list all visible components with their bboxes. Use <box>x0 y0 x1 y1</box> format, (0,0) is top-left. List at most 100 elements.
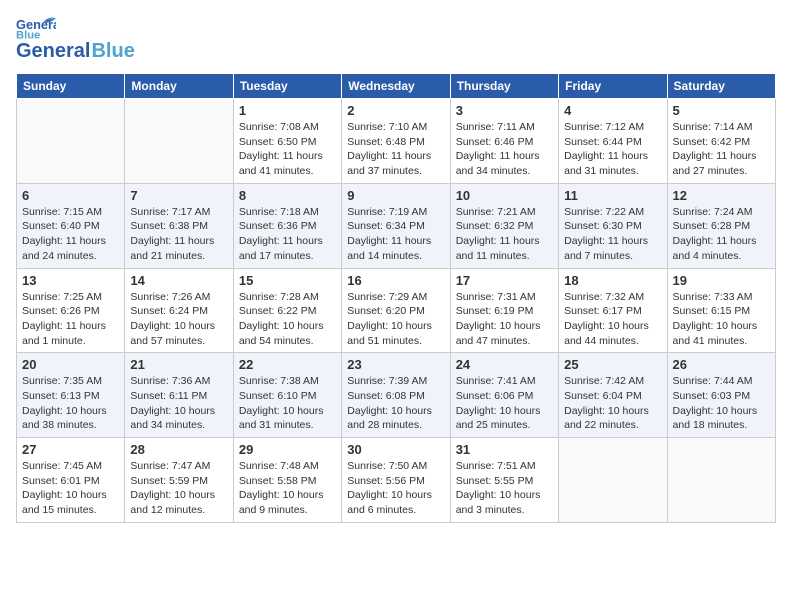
calendar-cell: 29 Sunrise: 7:48 AM Sunset: 5:58 PM Dayli… <box>233 438 341 523</box>
calendar-cell: 26 Sunrise: 7:44 AM Sunset: 6:03 PM Dayli… <box>667 353 775 438</box>
calendar-cell: 5 Sunrise: 7:14 AM Sunset: 6:42 PM Daylig… <box>667 99 775 184</box>
calendar-row: 27 Sunrise: 7:45 AM Sunset: 6:01 PM Dayli… <box>17 438 776 523</box>
day-info: Sunrise: 7:39 AM Sunset: 6:08 PM Dayligh… <box>347 374 444 433</box>
day-info: Sunrise: 7:47 AM Sunset: 5:59 PM Dayligh… <box>130 459 227 518</box>
col-header-friday: Friday <box>559 74 667 99</box>
day-info: Sunrise: 7:32 AM Sunset: 6:17 PM Dayligh… <box>564 290 661 349</box>
calendar-cell: 7 Sunrise: 7:17 AM Sunset: 6:38 PM Daylig… <box>125 183 233 268</box>
calendar-cell: 3 Sunrise: 7:11 AM Sunset: 6:46 PM Daylig… <box>450 99 558 184</box>
day-number: 29 <box>239 442 336 457</box>
calendar-header-row: SundayMondayTuesdayWednesdayThursdayFrid… <box>17 74 776 99</box>
day-number: 20 <box>22 357 119 372</box>
day-info: Sunrise: 7:11 AM Sunset: 6:46 PM Dayligh… <box>456 120 553 179</box>
day-number: 12 <box>673 188 770 203</box>
day-info: Sunrise: 7:42 AM Sunset: 6:04 PM Dayligh… <box>564 374 661 433</box>
calendar-cell <box>667 438 775 523</box>
day-info: Sunrise: 7:33 AM Sunset: 6:15 PM Dayligh… <box>673 290 770 349</box>
calendar-cell: 25 Sunrise: 7:42 AM Sunset: 6:04 PM Dayli… <box>559 353 667 438</box>
day-info: Sunrise: 7:36 AM Sunset: 6:11 PM Dayligh… <box>130 374 227 433</box>
day-number: 6 <box>22 188 119 203</box>
day-info: Sunrise: 7:41 AM Sunset: 6:06 PM Dayligh… <box>456 374 553 433</box>
day-info: Sunrise: 7:28 AM Sunset: 6:22 PM Dayligh… <box>239 290 336 349</box>
day-number: 21 <box>130 357 227 372</box>
day-number: 27 <box>22 442 119 457</box>
day-number: 24 <box>456 357 553 372</box>
calendar-cell: 14 Sunrise: 7:26 AM Sunset: 6:24 PM Dayli… <box>125 268 233 353</box>
day-info: Sunrise: 7:17 AM Sunset: 6:38 PM Dayligh… <box>130 205 227 264</box>
day-number: 18 <box>564 273 661 288</box>
day-info: Sunrise: 7:48 AM Sunset: 5:58 PM Dayligh… <box>239 459 336 518</box>
calendar-cell: 27 Sunrise: 7:45 AM Sunset: 6:01 PM Dayli… <box>17 438 125 523</box>
page-header: General Blue General Blue <box>16 16 776 63</box>
day-info: Sunrise: 7:38 AM Sunset: 6:10 PM Dayligh… <box>239 374 336 433</box>
day-info: Sunrise: 7:12 AM Sunset: 6:44 PM Dayligh… <box>564 120 661 179</box>
day-info: Sunrise: 7:10 AM Sunset: 6:48 PM Dayligh… <box>347 120 444 179</box>
calendar-table: SundayMondayTuesdayWednesdayThursdayFrid… <box>16 73 776 523</box>
calendar-row: 6 Sunrise: 7:15 AM Sunset: 6:40 PM Daylig… <box>17 183 776 268</box>
day-info: Sunrise: 7:26 AM Sunset: 6:24 PM Dayligh… <box>130 290 227 349</box>
col-header-saturday: Saturday <box>667 74 775 99</box>
svg-text:Blue: Blue <box>16 29 40 40</box>
day-info: Sunrise: 7:51 AM Sunset: 5:55 PM Dayligh… <box>456 459 553 518</box>
day-number: 30 <box>347 442 444 457</box>
calendar-cell: 8Sunrise: 7:18 AM Sunset: 6:36 PM Daylig… <box>233 183 341 268</box>
day-info: Sunrise: 7:18 AM Sunset: 6:36 PM Dayligh… <box>239 205 336 264</box>
calendar-cell: 24 Sunrise: 7:41 AM Sunset: 6:06 PM Dayli… <box>450 353 558 438</box>
day-number: 14 <box>130 273 227 288</box>
calendar-cell: 30 Sunrise: 7:50 AM Sunset: 5:56 PM Dayli… <box>342 438 450 523</box>
logo-general: General <box>16 40 90 63</box>
calendar-cell: 12 Sunrise: 7:24 AM Sunset: 6:28 PM Dayli… <box>667 183 775 268</box>
day-info: Sunrise: 7:15 AM Sunset: 6:40 PM Dayligh… <box>22 205 119 264</box>
day-info: Sunrise: 7:35 AM Sunset: 6:13 PM Dayligh… <box>22 374 119 433</box>
calendar-cell: 6 Sunrise: 7:15 AM Sunset: 6:40 PM Daylig… <box>17 183 125 268</box>
day-number: 4 <box>564 103 661 118</box>
calendar-cell: 20 Sunrise: 7:35 AM Sunset: 6:13 PM Dayli… <box>17 353 125 438</box>
calendar-cell <box>17 99 125 184</box>
col-header-monday: Monday <box>125 74 233 99</box>
day-number: 11 <box>564 188 661 203</box>
day-number: 31 <box>456 442 553 457</box>
day-info: Sunrise: 7:44 AM Sunset: 6:03 PM Dayligh… <box>673 374 770 433</box>
calendar-cell: 17 Sunrise: 7:31 AM Sunset: 6:19 PM Dayli… <box>450 268 558 353</box>
day-number: 26 <box>673 357 770 372</box>
day-info: Sunrise: 7:21 AM Sunset: 6:32 PM Dayligh… <box>456 205 553 264</box>
calendar-cell: 13 Sunrise: 7:25 AM Sunset: 6:26 PM Dayli… <box>17 268 125 353</box>
day-number: 28 <box>130 442 227 457</box>
calendar-cell: 23 Sunrise: 7:39 AM Sunset: 6:08 PM Dayli… <box>342 353 450 438</box>
day-info: Sunrise: 7:50 AM Sunset: 5:56 PM Dayligh… <box>347 459 444 518</box>
day-number: 5 <box>673 103 770 118</box>
calendar-cell: 16 Sunrise: 7:29 AM Sunset: 6:20 PM Dayli… <box>342 268 450 353</box>
day-info: Sunrise: 7:08 AM Sunset: 6:50 PM Dayligh… <box>239 120 336 179</box>
day-info: Sunrise: 7:24 AM Sunset: 6:28 PM Dayligh… <box>673 205 770 264</box>
col-header-tuesday: Tuesday <box>233 74 341 99</box>
day-number: 13 <box>22 273 119 288</box>
calendar-cell <box>559 438 667 523</box>
day-number: 17 <box>456 273 553 288</box>
calendar-cell: 31 Sunrise: 7:51 AM Sunset: 5:55 PM Dayli… <box>450 438 558 523</box>
day-info: Sunrise: 7:25 AM Sunset: 6:26 PM Dayligh… <box>22 290 119 349</box>
day-number: 16 <box>347 273 444 288</box>
calendar-row: 13 Sunrise: 7:25 AM Sunset: 6:26 PM Dayli… <box>17 268 776 353</box>
logo: General Blue General Blue <box>16 16 135 63</box>
day-number: 3 <box>456 103 553 118</box>
calendar-cell: 11 Sunrise: 7:22 AM Sunset: 6:30 PM Dayli… <box>559 183 667 268</box>
day-info: Sunrise: 7:14 AM Sunset: 6:42 PM Dayligh… <box>673 120 770 179</box>
calendar-cell: 4 Sunrise: 7:12 AM Sunset: 6:44 PM Daylig… <box>559 99 667 184</box>
calendar-cell: 1Sunrise: 7:08 AM Sunset: 6:50 PM Daylig… <box>233 99 341 184</box>
day-info: Sunrise: 7:19 AM Sunset: 6:34 PM Dayligh… <box>347 205 444 264</box>
calendar-row: 1Sunrise: 7:08 AM Sunset: 6:50 PM Daylig… <box>17 99 776 184</box>
logo-blue: Blue <box>91 40 134 63</box>
day-number: 22 <box>239 357 336 372</box>
calendar-cell: 15Sunrise: 7:28 AM Sunset: 6:22 PM Dayli… <box>233 268 341 353</box>
day-number: 7 <box>130 188 227 203</box>
day-number: 9 <box>347 188 444 203</box>
calendar-cell: 10Sunrise: 7:21 AM Sunset: 6:32 PM Dayli… <box>450 183 558 268</box>
day-info: Sunrise: 7:31 AM Sunset: 6:19 PM Dayligh… <box>456 290 553 349</box>
calendar-cell: 2Sunrise: 7:10 AM Sunset: 6:48 PM Daylig… <box>342 99 450 184</box>
day-info: Sunrise: 7:22 AM Sunset: 6:30 PM Dayligh… <box>564 205 661 264</box>
calendar-cell: 18 Sunrise: 7:32 AM Sunset: 6:17 PM Dayli… <box>559 268 667 353</box>
day-info: Sunrise: 7:29 AM Sunset: 6:20 PM Dayligh… <box>347 290 444 349</box>
day-number: 25 <box>564 357 661 372</box>
day-info: Sunrise: 7:45 AM Sunset: 6:01 PM Dayligh… <box>22 459 119 518</box>
day-number: 23 <box>347 357 444 372</box>
